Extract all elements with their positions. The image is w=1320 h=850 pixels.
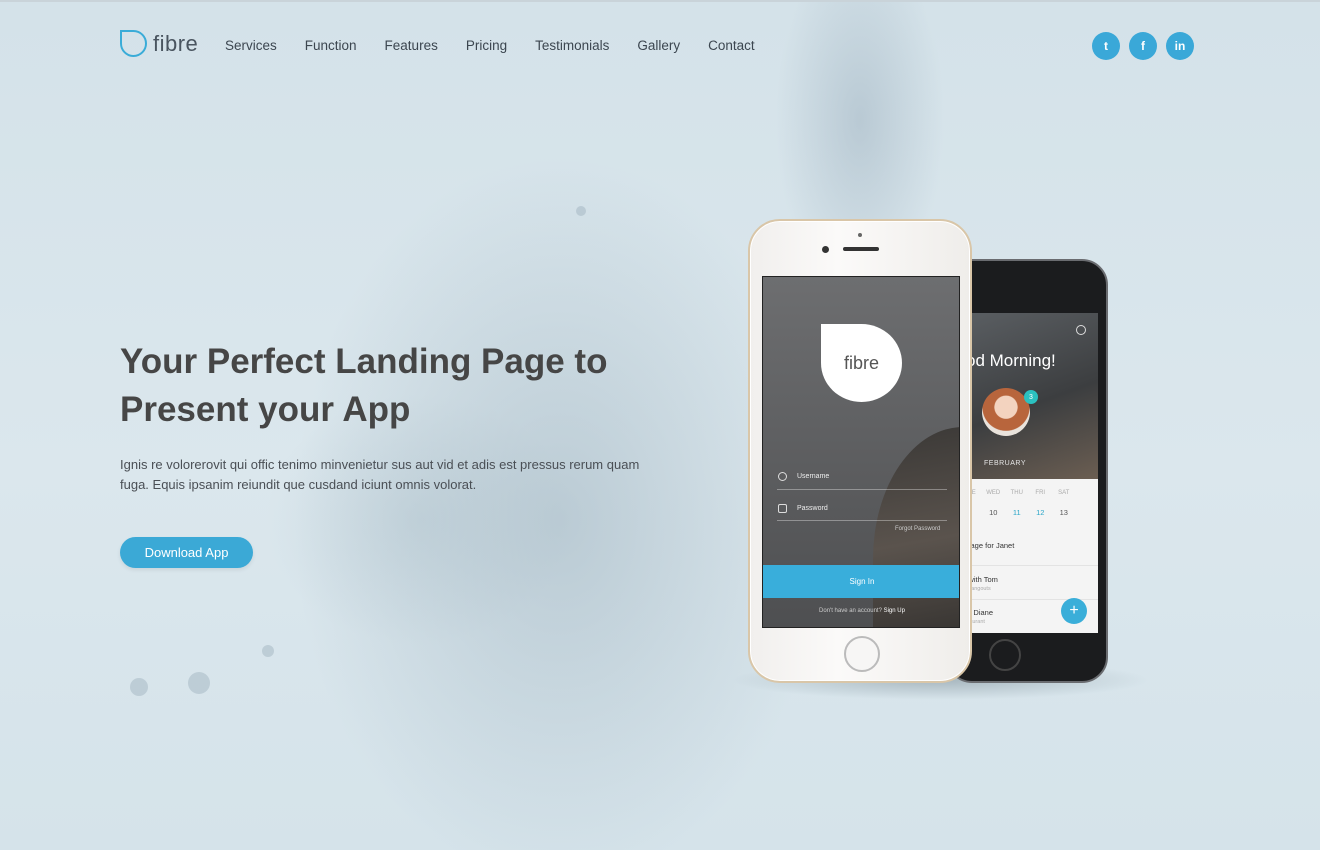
paint-splat: [262, 645, 274, 657]
date-row: 9 10 11 12 13: [958, 508, 1098, 517]
forgot-password-link: Forgot Password: [895, 526, 941, 532]
greeting-header: od Morning! 3 FEBRUARY: [958, 313, 1098, 479]
paint-splat: [130, 678, 148, 696]
notification-badge: 3: [1024, 390, 1038, 404]
paint-splat: [188, 672, 210, 694]
weekday: WED: [986, 490, 1001, 496]
nav-pricing[interactable]: Pricing: [466, 38, 507, 54]
logo[interactable]: fibre: [120, 30, 198, 57]
weekday: FRI: [1035, 490, 1046, 496]
date: 11: [1012, 508, 1021, 517]
user-icon: [778, 472, 787, 481]
hero-description: Ignis re volorerovit qui offic tenimo mi…: [120, 457, 640, 492]
month-label: FEBRUARY: [984, 460, 1026, 467]
weekday: SAT: [1058, 490, 1070, 496]
nav-testimonials[interactable]: Testimonials: [535, 38, 609, 54]
social-links: t f in: [1092, 32, 1194, 60]
nav-contact[interactable]: Contact: [708, 38, 755, 54]
home-button: [844, 636, 880, 672]
hero-title: Your Perfect Landing Page to Present you…: [120, 338, 680, 434]
divider: [958, 565, 1098, 566]
nav-function[interactable]: Function: [305, 38, 357, 54]
date: 10: [989, 508, 998, 517]
username-underline: [777, 489, 947, 490]
password-label: Password: [797, 505, 828, 512]
list-item-sub: ct · Hangouts: [958, 586, 991, 592]
sign-up-link: Sign Up: [883, 608, 905, 614]
hero-title-line2: Present your App: [120, 390, 411, 429]
app-logo: fibre: [821, 324, 902, 402]
password-underline: [777, 520, 947, 521]
top-border: [0, 0, 1320, 2]
paint-splat: [576, 206, 586, 216]
logo-text: fibre: [153, 30, 199, 56]
date: 13: [1059, 508, 1068, 517]
lock-icon: [778, 504, 787, 513]
nav-features[interactable]: Features: [385, 38, 438, 54]
camera-icon: [822, 246, 829, 253]
sign-up-prompt: Don't have an account? Sign Up: [763, 608, 959, 614]
phone-white-mockup: fibre Username Password Forgot Password …: [748, 219, 972, 683]
sensor: [858, 233, 862, 237]
sign-in-button: Sign In: [763, 565, 959, 598]
hero-title-line1: Your Perfect Landing Page to: [120, 342, 608, 381]
weekday: THU: [1010, 490, 1023, 496]
search-icon: [1076, 325, 1086, 335]
nav-services[interactable]: Services: [225, 38, 277, 54]
sign-up-text: Don't have an account?: [819, 608, 882, 614]
home-button: [989, 639, 1021, 671]
logo-mark-icon: [120, 30, 147, 57]
weekday-row: TUE WED THU FRI SAT: [958, 490, 1098, 496]
greeting-text: od Morning!: [966, 351, 1056, 370]
nav-gallery[interactable]: Gallery: [637, 38, 680, 54]
date: 12: [1036, 508, 1045, 517]
linkedin-icon[interactable]: in: [1166, 32, 1194, 60]
twitter-icon[interactable]: t: [1092, 32, 1120, 60]
list-item: up with Tom ct · Hangouts: [958, 575, 1098, 592]
avatar: [982, 388, 1030, 436]
username-label: Username: [797, 473, 830, 480]
main-nav: Services Function Features Pricing Testi…: [225, 38, 783, 54]
list-item: ubpage for Janet: [958, 541, 1098, 550]
facebook-icon[interactable]: f: [1129, 32, 1157, 60]
phone-white-screen: fibre Username Password Forgot Password …: [762, 276, 960, 628]
add-icon: +: [1061, 598, 1087, 624]
speaker: [843, 247, 879, 251]
phone-black-screen: od Morning! 3 FEBRUARY TUE WED THU FRI S…: [958, 313, 1098, 633]
download-app-button[interactable]: Download App: [120, 537, 253, 568]
